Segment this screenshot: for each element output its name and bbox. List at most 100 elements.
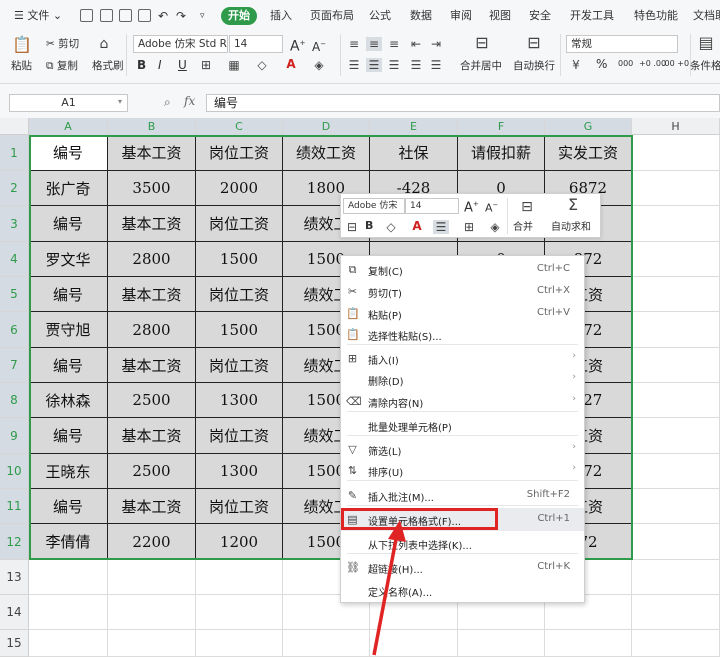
row-header[interactable]: 14 (0, 595, 29, 630)
table-cell[interactable]: 2200 (108, 524, 196, 560)
empty-cell[interactable] (632, 454, 720, 489)
table-cell[interactable]: 2800 (108, 312, 196, 348)
empty-cell[interactable] (108, 560, 196, 595)
align-middle-icon[interactable]: ≡ (366, 37, 382, 51)
tab-formulas[interactable]: 公式 (369, 7, 391, 25)
paste-icon[interactable]: 📋 (12, 37, 32, 56)
indent-decrease-icon[interactable]: ⇤ (408, 37, 424, 51)
empty-cell[interactable] (458, 630, 545, 657)
table-cell[interactable]: 2500 (108, 383, 196, 418)
table-cell[interactable]: 绩效工资 (283, 135, 370, 171)
row-header[interactable]: 1 (0, 135, 29, 171)
empty-cell[interactable] (632, 277, 720, 312)
merge-center-button[interactable]: 合并居中 (460, 59, 502, 73)
menu-item[interactable]: ✎ 插入批注(M)... Shift+F2 (341, 484, 584, 507)
shrink-font-button[interactable]: A− (312, 37, 326, 54)
column-header[interactable]: B (108, 118, 196, 135)
table-cell[interactable]: 基本工资 (108, 489, 196, 524)
table-cell[interactable]: 岗位工资 (196, 206, 283, 242)
align-center-icon[interactable]: ☰ (366, 58, 382, 72)
empty-cell[interactable] (108, 630, 196, 657)
cut-button[interactable]: ✂ 剪切 (46, 37, 79, 51)
table-cell[interactable]: 编号 (29, 135, 108, 171)
fill-color-icon[interactable]: ◇ (254, 58, 270, 72)
row-header[interactable]: 7 (0, 348, 29, 383)
empty-cell[interactable] (196, 630, 283, 657)
table-cell[interactable]: 基本工资 (108, 135, 196, 171)
menu-item[interactable]: 📋 选择性粘贴(S)... (341, 323, 584, 346)
table-cell[interactable]: 1300 (196, 383, 283, 418)
column-header[interactable]: F (458, 118, 545, 135)
mini-autosum-button[interactable]: 自动求和 (551, 221, 591, 235)
column-header[interactable]: D (283, 118, 370, 135)
table-cell[interactable]: 岗位工资 (196, 489, 283, 524)
empty-cell[interactable] (196, 595, 283, 630)
menu-item[interactable]: ⇅ 排序(U) › (341, 459, 584, 482)
currency-icon[interactable]: ¥ (568, 58, 584, 72)
mini-bold-button[interactable]: B (365, 219, 373, 233)
table-cell[interactable]: 王晓东 (29, 454, 108, 489)
empty-cell[interactable] (632, 242, 720, 277)
font-size-select[interactable]: 14 (229, 35, 283, 53)
table-cell[interactable]: 2000 (196, 171, 283, 206)
empty-cell[interactable] (29, 560, 108, 595)
tab-insert[interactable]: 插入 (270, 7, 292, 25)
row-header[interactable]: 10 (0, 454, 29, 489)
table-cell[interactable]: 基本工资 (108, 206, 196, 242)
menu-item[interactable]: 删除(D) › (341, 368, 584, 391)
conditional-format-button[interactable]: 条件格 (690, 59, 720, 73)
table-cell[interactable]: 编号 (29, 489, 108, 524)
row-header[interactable]: 13 (0, 560, 29, 595)
row-header[interactable]: 15 (0, 630, 29, 657)
row-header[interactable]: 8 (0, 383, 29, 418)
mini-shrink-font-button[interactable]: A− (485, 198, 498, 216)
merge-center-icon[interactable]: ⊟ (474, 35, 490, 54)
mini-fill-color-icon[interactable]: ◇ (383, 220, 399, 234)
justify-icon[interactable]: ☰ (408, 58, 424, 72)
table-cell[interactable]: 2800 (108, 242, 196, 277)
select-all-corner[interactable] (0, 118, 29, 135)
mini-merge-button[interactable]: 合并 (513, 221, 533, 235)
tab-developer[interactable]: 开发工具 (570, 7, 614, 25)
mini-font-select[interactable]: Adobe 仿宋 (343, 198, 405, 214)
row-header[interactable]: 4 (0, 242, 29, 277)
format-painter-icon[interactable]: ⌂ (96, 37, 112, 55)
table-cell[interactable]: 岗位工资 (196, 348, 283, 383)
thousands-button[interactable]: 000 (618, 57, 633, 71)
format-painter-label[interactable]: 格式刷 (92, 59, 124, 73)
empty-cell[interactable] (632, 383, 720, 418)
table-cell[interactable]: 编号 (29, 206, 108, 242)
empty-cell[interactable] (196, 560, 283, 595)
table-cell[interactable]: 实发工资 (545, 135, 632, 171)
row-header[interactable]: 2 (0, 171, 29, 206)
row-header[interactable]: 9 (0, 418, 29, 454)
mini-size-select[interactable]: 14 (405, 198, 459, 214)
mini-grow-font-button[interactable]: A+ (464, 197, 479, 215)
table-cell[interactable]: 编号 (29, 418, 108, 454)
clear-icon[interactable]: ◈ (311, 58, 327, 72)
table-cell[interactable]: 岗位工资 (196, 277, 283, 312)
table-cell[interactable]: 2500 (108, 454, 196, 489)
decrease-decimal-button[interactable]: .00 +0 (662, 57, 689, 71)
column-header[interactable]: H (632, 118, 720, 135)
underline-button[interactable]: U (178, 58, 187, 72)
paste-button-label[interactable]: 粘贴 (11, 59, 32, 73)
print-icon[interactable] (119, 9, 132, 22)
table-cell[interactable]: 基本工资 (108, 418, 196, 454)
row-header[interactable]: 11 (0, 489, 29, 524)
redo-icon[interactable]: ↷ (176, 7, 186, 25)
table-cell[interactable]: 李倩倩 (29, 524, 108, 560)
menu-item[interactable]: ⧉ 复制(C) Ctrl+C (341, 258, 584, 281)
align-bottom-icon[interactable]: ≡ (386, 37, 402, 51)
menu-item[interactable]: 📋 粘贴(P) Ctrl+V (341, 302, 584, 325)
table-cell[interactable]: 1300 (196, 454, 283, 489)
autosum-icon[interactable]: Σ (565, 197, 581, 216)
export-pdf-icon[interactable] (100, 9, 113, 22)
empty-cell[interactable] (545, 630, 632, 657)
mini-format-icon[interactable]: ⊟ (344, 220, 360, 234)
empty-cell[interactable] (632, 348, 720, 383)
borders-icon[interactable]: ⊞ (198, 58, 214, 72)
distributed-icon[interactable]: ☰ (428, 58, 444, 72)
number-format-select[interactable]: 常规 (566, 35, 678, 53)
mini-merge-icon[interactable]: ⊟ (519, 200, 535, 216)
